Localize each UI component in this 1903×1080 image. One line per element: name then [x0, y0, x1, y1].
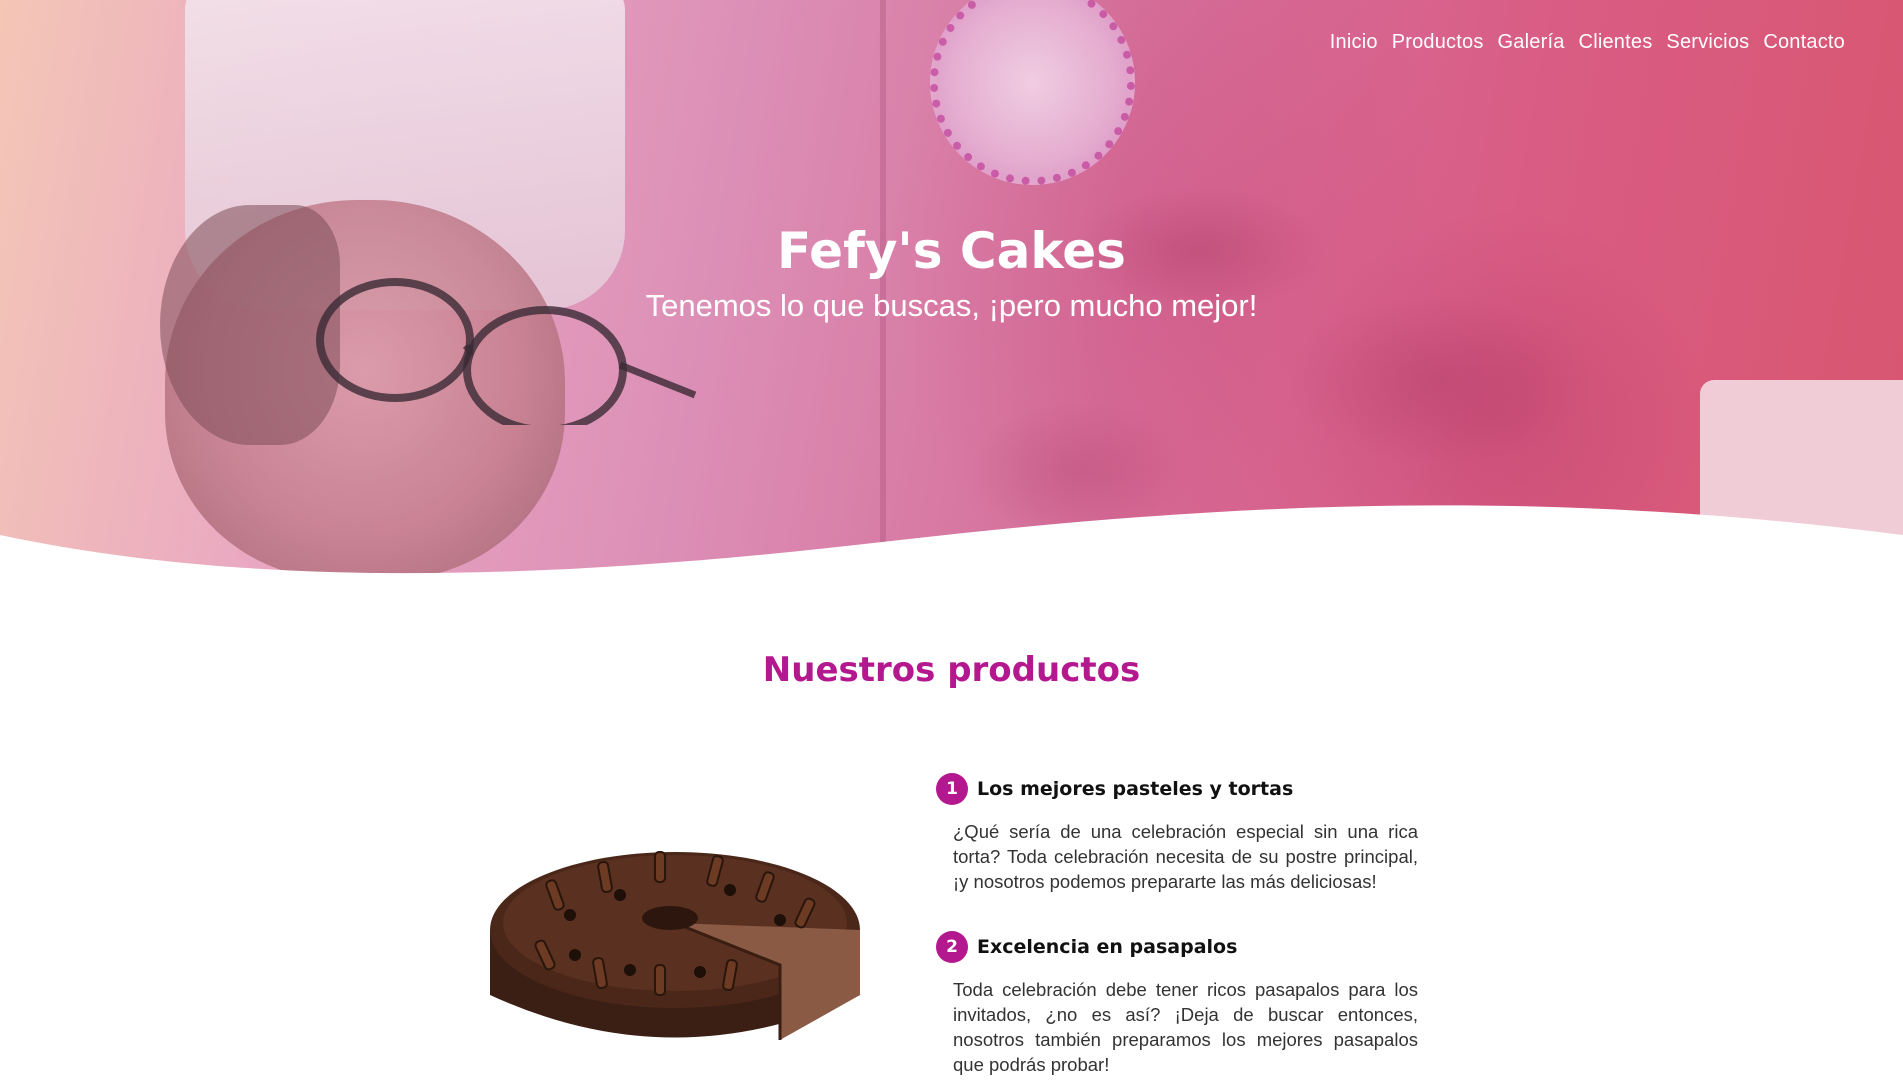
chocolate-cake-image	[490, 851, 860, 1040]
nav-link-productos[interactable]: Productos	[1392, 31, 1484, 54]
product-item-title: Los mejores pasteles y tortas	[977, 778, 1294, 800]
hero-title: Fefy's Cakes	[777, 222, 1126, 280]
nav-link-inicio[interactable]: Inicio	[1330, 31, 1378, 54]
product-item-text: ¿Qué sería de una celebración especial s…	[953, 821, 1418, 892]
nav-link-galeria[interactable]: Galería	[1498, 31, 1565, 54]
nav-link-clientes[interactable]: Clientes	[1579, 31, 1653, 54]
hero-subtitle: Tenemos lo que buscas, ¡pero mucho mejor…	[645, 288, 1258, 323]
product-number-badge: 2	[936, 931, 968, 963]
product-item-text: Toda celebración debe tener ricos pasapa…	[953, 979, 1418, 1075]
product-item-title: Excelencia en pasapalos	[977, 936, 1238, 958]
product-item-1: 1 Los mejores pasteles y tortas ¿Qué ser…	[936, 773, 1418, 894]
products-title: Nuestros productos	[762, 650, 1141, 690]
product-item-header: 2 Excelencia en pasapalos	[936, 931, 1418, 963]
nav-link-contacto[interactable]: Contacto	[1763, 31, 1845, 54]
main-nav: Inicio Productos Galería Clientes Servic…	[1330, 31, 1845, 54]
product-number-badge: 1	[936, 773, 968, 805]
product-item-2: 2 Excelencia en pasapalos Toda celebraci…	[936, 931, 1418, 1077]
nav-link-servicios[interactable]: Servicios	[1666, 31, 1749, 54]
hero-section: Inicio Productos Galería Clientes Servic…	[0, 0, 1903, 590]
product-item-header: 1 Los mejores pasteles y tortas	[936, 773, 1418, 805]
